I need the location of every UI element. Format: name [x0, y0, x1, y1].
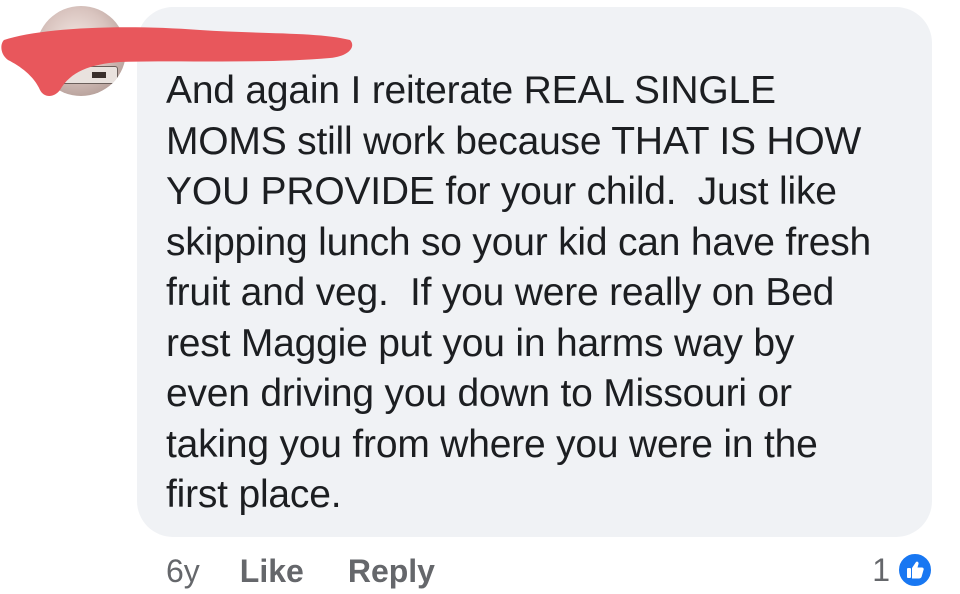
reply-button[interactable]: Reply: [348, 553, 435, 590]
like-button[interactable]: Like: [240, 553, 304, 590]
comment-text: And again I reiterate REAL SINGLE MOMS s…: [166, 69, 872, 516]
reaction-summary[interactable]: 1: [872, 550, 934, 590]
comment-actions: 6y Like Reply: [166, 548, 479, 594]
comment-screenshot: And again I reiterate REAL SINGLE MOMS s…: [0, 0, 960, 594]
comment-timestamp[interactable]: 6y: [166, 553, 200, 590]
thumbs-up-icon: [896, 551, 934, 589]
reaction-count: 1: [872, 551, 890, 588]
